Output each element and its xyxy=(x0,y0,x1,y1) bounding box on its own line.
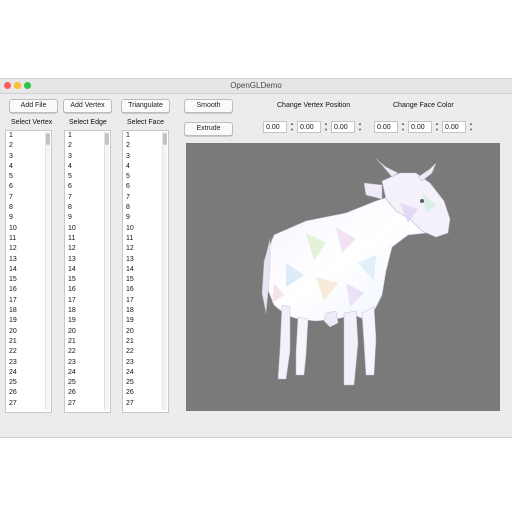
change-vertex-position-label: Change Vertex Position xyxy=(277,102,351,109)
face-list[interactable]: 1 2 3 4 5 6 7 8 9 10 11 12 13 14 15 16 17 18 19 20 21 22 23 24 2… xyxy=(122,130,169,413)
vertex-list[interactable]: 1 2 3 4 5 6 7 8 9 10 11 12 13 14 15 16 17 18 19 20 21 22 23 24 2… xyxy=(5,130,52,413)
smooth-button[interactable]: Smooth xyxy=(184,99,233,113)
extrude-button[interactable]: Extrude xyxy=(184,122,233,136)
face-r-field[interactable]: 0.00 xyxy=(374,121,398,133)
cow-model xyxy=(261,158,451,386)
edge-list-scrollbar[interactable] xyxy=(104,132,109,410)
face-g-field[interactable]: 0.00 xyxy=(408,121,432,133)
title-bar: OpenGLDemo xyxy=(0,79,512,94)
face-b-field[interactable]: 0.00 xyxy=(442,121,466,133)
add-file-button[interactable]: Add File xyxy=(9,99,58,113)
spin-arrows-icon[interactable]: ▲ ▼ xyxy=(434,121,440,133)
spin-arrows-icon[interactable]: ▲ ▼ xyxy=(289,121,295,133)
scroll-thumb[interactable] xyxy=(163,133,167,145)
edge-list[interactable]: 1 2 3 4 5 6 7 8 9 10 11 12 13 14 15 16 17 18 19 20 21 22 23 24 2… xyxy=(64,130,111,413)
spin-arrows-icon[interactable]: ▲ ▼ xyxy=(357,121,363,133)
select-edge-label: Select Edge xyxy=(69,119,107,126)
window-title: OpenGLDemo xyxy=(230,81,282,90)
opengl-viewport[interactable] xyxy=(186,143,500,411)
spin-arrows-icon[interactable]: ▲ ▼ xyxy=(400,121,406,133)
app-window: OpenGLDemo Add File Add Vertex Triangula… xyxy=(0,78,512,438)
face-list-scrollbar[interactable] xyxy=(162,132,167,410)
select-face-label: Select Face xyxy=(127,119,164,126)
vertex-y-field[interactable]: 0.00 xyxy=(297,121,321,133)
spin-arrows-icon[interactable]: ▲ ▼ xyxy=(323,121,329,133)
scroll-thumb[interactable] xyxy=(46,133,50,145)
scroll-thumb[interactable] xyxy=(105,133,109,145)
vertex-x-field[interactable]: 0.00 xyxy=(263,121,287,133)
spin-arrows-icon[interactable]: ▲ ▼ xyxy=(468,121,474,133)
select-vertex-label: Select Vertex xyxy=(11,119,53,126)
change-face-color-label: Change Face Color xyxy=(393,102,454,109)
triangulate-button[interactable]: Triangulate xyxy=(121,99,170,113)
vertex-z-field[interactable]: 0.00 xyxy=(331,121,355,133)
vertex-list-scrollbar[interactable] xyxy=(45,132,50,410)
add-vertex-button[interactable]: Add Vertex xyxy=(63,99,112,113)
